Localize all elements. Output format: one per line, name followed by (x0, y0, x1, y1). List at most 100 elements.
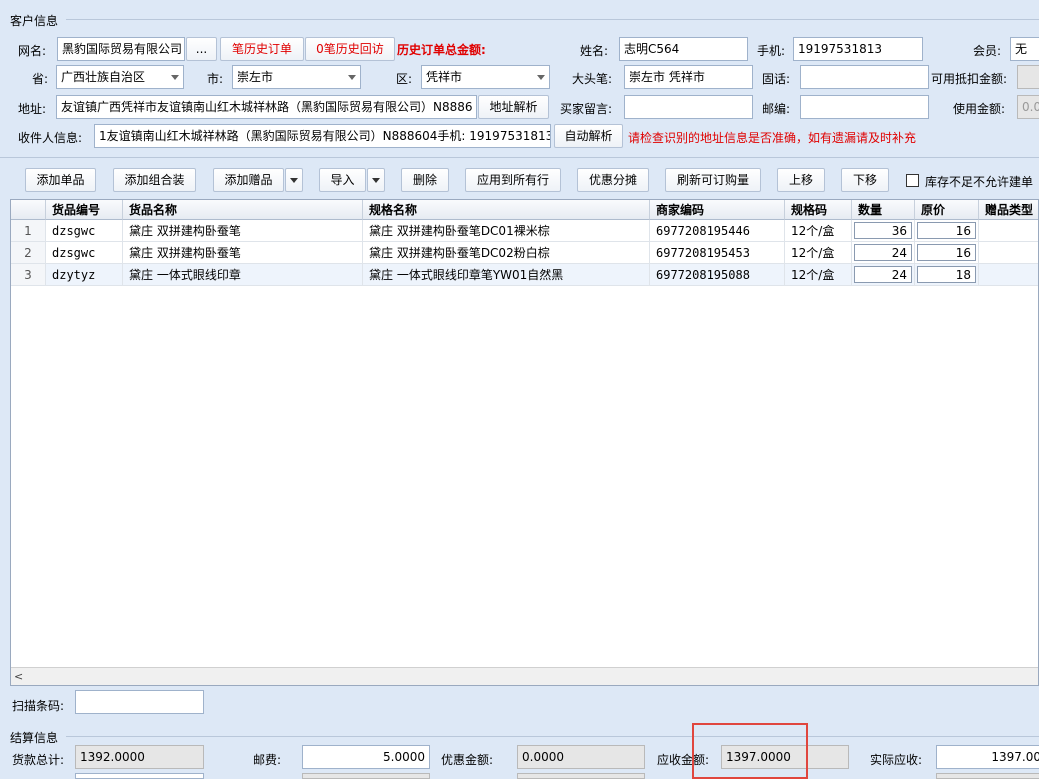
add-gift-button[interactable]: 添加赠品 (213, 168, 284, 192)
price-input[interactable]: 18 (917, 266, 976, 283)
receiver-field[interactable]: 1友谊镇南山红木城祥林路（黑豹国际贸易有限公司）N888604手机: 19197… (94, 124, 551, 148)
table-cell-price[interactable]: 18 (915, 264, 979, 286)
table-cell-spec[interactable]: 黛庄 双拼建构卧蚕笔DC01裸米棕 (363, 220, 650, 242)
horizontal-scrollbar[interactable]: < (11, 667, 1038, 685)
chevron-down-icon (372, 178, 380, 183)
add-combo-button[interactable]: 添加组合装 (113, 168, 196, 192)
import-dropdown[interactable] (367, 168, 385, 192)
header-rownum (11, 200, 46, 220)
buyer-message-field[interactable] (624, 95, 753, 119)
section-divider (66, 736, 1039, 737)
add-single-button[interactable]: 添加单品 (25, 168, 96, 192)
deductible-label: 可用抵扣金额: (931, 72, 1008, 86)
scroll-left-icon[interactable]: < (14, 670, 23, 683)
wangming-field[interactable]: 黑豹国际贸易有限公司 (57, 37, 185, 61)
price-input[interactable]: 16 (917, 244, 976, 261)
district-label: 区: (396, 72, 413, 86)
city-label: 市: (207, 72, 224, 86)
chevron-down-icon (290, 178, 298, 183)
chevron-down-icon (171, 75, 179, 80)
header-gift-type[interactable]: 赠品类型 (979, 200, 1038, 220)
auto-parse-button[interactable]: 自动解析 (554, 124, 623, 148)
table-cell-spec-code[interactable]: 12个/盒 (785, 220, 852, 242)
apply-all-rows-button[interactable]: 应用到所有行 (465, 168, 561, 192)
history-visits-button[interactable]: 0笔历史回访 (305, 37, 395, 61)
import-button[interactable]: 导入 (319, 168, 366, 192)
postage-field[interactable]: 5.0000 (302, 745, 430, 769)
table-cell-gift[interactable] (979, 242, 1038, 264)
table-cell-quantity[interactable]: 24 (852, 242, 915, 264)
refresh-quantity-button[interactable]: 刷新可订购量 (665, 168, 761, 192)
table-cell-merchant[interactable]: 6977208195446 (650, 220, 785, 242)
table-cell-price[interactable]: 16 (915, 220, 979, 242)
history-orders-button[interactable]: 笔历史订单 (220, 37, 304, 61)
stock-check-checkbox[interactable] (906, 174, 919, 187)
chevron-down-icon (537, 75, 545, 80)
table-cell-spec[interactable]: 黛庄 一体式眼线印章笔YW01自然黑 (363, 264, 650, 286)
price-input[interactable]: 16 (917, 222, 976, 239)
actual-receivable-field[interactable]: 1397.00 (936, 745, 1039, 769)
postage-label: 邮费: (253, 753, 282, 767)
header-spec-name[interactable]: 规格名称 (363, 200, 650, 220)
header-price[interactable]: 原价 (915, 200, 979, 220)
quantity-input[interactable]: 24 (854, 266, 912, 283)
name-field[interactable]: 志明C564 (619, 37, 748, 61)
bigpen-field[interactable]: 崇左市 凭祥市 (624, 65, 753, 89)
address-field[interactable]: 友谊镇广西凭祥市友谊镇南山红木城祥林路（黑豹国际贸易有限公司）N8886 (56, 95, 477, 119)
add-gift-dropdown[interactable] (285, 168, 303, 192)
district-select[interactable]: 凭祥市 (421, 65, 550, 89)
table-cell-code[interactable]: dzytyz (46, 264, 123, 286)
zip-label: 邮编: (762, 102, 791, 116)
partial-field (75, 773, 204, 779)
stock-check-label: 库存不足不允许建单 (925, 175, 1034, 189)
table-cell-name[interactable]: 黛庄 一体式眼线印章 (123, 264, 363, 286)
history-total-label: 历史订单总金额: (397, 43, 486, 57)
delete-button[interactable]: 删除 (401, 168, 449, 192)
table-cell-gift[interactable] (979, 220, 1038, 242)
table-cell-code[interactable]: dzsgwc (46, 242, 123, 264)
address-warning: 请检查识别的地址信息是否准确，如有遗漏请及时补充 (628, 131, 917, 145)
more-button[interactable]: ... (186, 37, 217, 61)
chevron-down-icon (348, 75, 356, 80)
settle-section-title: 结算信息 (10, 731, 59, 745)
goods-total-field: 1392.0000 (75, 745, 204, 769)
table-cell-price[interactable]: 16 (915, 242, 979, 264)
table-cell-quantity[interactable]: 24 (852, 264, 915, 286)
name-label: 姓名: (580, 44, 609, 58)
address-parse-button[interactable]: 地址解析 (478, 95, 549, 119)
landline-field[interactable] (800, 65, 929, 89)
table-cell-spec-code[interactable]: 12个/盒 (785, 242, 852, 264)
table-cell-spec[interactable]: 黛庄 双拼建构卧蚕笔DC02粉白棕 (363, 242, 650, 264)
move-up-button[interactable]: 上移 (777, 168, 825, 192)
phone-field[interactable]: 19197531813 (793, 37, 923, 61)
buyer-message-label: 买家留言: (560, 102, 613, 116)
member-field[interactable]: 无 (1010, 37, 1039, 61)
table-cell-merchant[interactable]: 6977208195088 (650, 264, 785, 286)
discount-field: 0.0000 (517, 745, 645, 769)
wangming-label: 网名: (18, 44, 47, 58)
table-cell-code[interactable]: dzsgwc (46, 220, 123, 242)
city-select[interactable]: 崇左市 (232, 65, 361, 89)
table-cell-spec-code[interactable]: 12个/盒 (785, 264, 852, 286)
table-cell-quantity[interactable]: 36 (852, 220, 915, 242)
table-cell-name[interactable]: 黛庄 双拼建构卧蚕笔 (123, 220, 363, 242)
zip-field[interactable] (800, 95, 929, 119)
quantity-input[interactable]: 24 (854, 244, 912, 261)
header-item-code[interactable]: 货品编号 (46, 200, 123, 220)
quantity-input[interactable]: 36 (854, 222, 912, 239)
partial-field (517, 773, 645, 779)
header-item-name[interactable]: 货品名称 (123, 200, 363, 220)
move-down-button[interactable]: 下移 (841, 168, 889, 192)
header-spec-code[interactable]: 规格码 (785, 200, 852, 220)
highlight-box (692, 723, 808, 779)
header-merchant-code[interactable]: 商家编码 (650, 200, 785, 220)
bigpen-label: 大头笔: (572, 72, 613, 86)
scan-barcode-input[interactable] (75, 690, 204, 714)
header-quantity[interactable]: 数量 (852, 200, 915, 220)
province-select[interactable]: 广西壮族自治区 (56, 65, 184, 89)
actual-receivable-label: 实际应收: (870, 753, 923, 767)
table-cell-merchant[interactable]: 6977208195453 (650, 242, 785, 264)
table-cell-gift[interactable] (979, 264, 1038, 286)
discount-split-button[interactable]: 优惠分摊 (577, 168, 649, 192)
table-cell-name[interactable]: 黛庄 双拼建构卧蚕笔 (123, 242, 363, 264)
